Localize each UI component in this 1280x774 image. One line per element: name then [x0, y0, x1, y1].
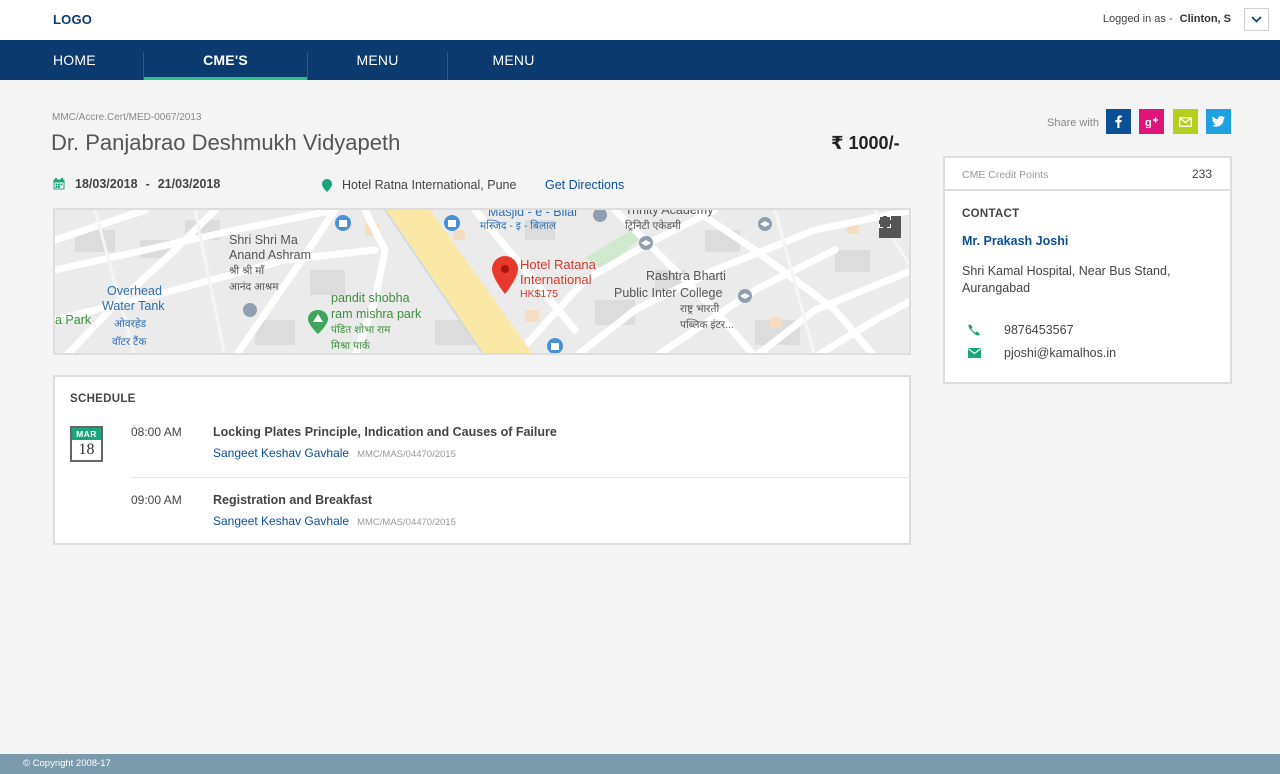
credit-points-label: CME Credit Points: [962, 169, 1049, 181]
map-label-ashram-hi: श्री श्री माँ: [229, 265, 265, 277]
share-label: Share with: [1047, 117, 1099, 129]
map-label-college: Rashtra Bharti: [646, 269, 726, 283]
logo[interactable]: LOGO: [53, 12, 92, 27]
venue-name: Hotel Ratna International, Pune: [342, 178, 517, 192]
map-label-ashram-2: Anand Ashram: [229, 248, 311, 262]
nav-item-menu-2[interactable]: MENU: [448, 40, 579, 80]
map-school-marker-icon: [758, 217, 772, 231]
map-label-tank-hi-2: वॉटर टैंक: [112, 336, 147, 348]
envelope-icon: [1179, 116, 1192, 127]
speaker-name[interactable]: Sangeet Keshav Gavhale: [213, 514, 349, 528]
map-label-ashram-hi-2: आनंद आश्रम: [229, 281, 279, 293]
event-dates: 18/03/2018 - 21/03/2018: [53, 177, 220, 191]
map-label-trinity-hi: ट्रिनिटी एकेडमी: [625, 220, 681, 232]
schedule-time: 08:00 AM: [131, 425, 182, 439]
map-label-hotel: Hotel Ratana: [520, 257, 596, 272]
map-label-park: pandit shobha: [331, 291, 410, 305]
map-label-trinity: Trinity Academy: [625, 208, 714, 217]
main-nav: HOME CME'S MENU MENU: [0, 40, 1280, 80]
contact-address: Shri Kamal Hospital, Near Bus Stand, Aur…: [962, 264, 1171, 295]
contact-person[interactable]: Mr. Prakash Joshi: [962, 234, 1068, 248]
fullscreen-icon: [879, 216, 891, 228]
speaker-name[interactable]: Sangeet Keshav Gavhale: [213, 446, 349, 460]
accreditation-reference: MMC/Accre.Cert/MED-0067/2013: [52, 112, 202, 123]
start-date: 18/03/2018: [75, 177, 138, 191]
contact-header: CONTACT: [962, 208, 1020, 220]
email-icon: [964, 348, 984, 358]
contact-email: pjoshi@kamalhos.in: [964, 346, 1116, 360]
twitter-icon: [1212, 116, 1225, 127]
contact-phone: 9876453567: [964, 323, 1074, 337]
event-price: ₹ 1000/-: [831, 133, 900, 153]
twitter-share-button[interactable]: [1206, 109, 1231, 134]
date-separator: -: [145, 177, 150, 191]
map-label-park-hi-2: मिश्रा पार्क: [331, 340, 370, 352]
speaker-registration: MMC/MAS/04470/2015: [357, 449, 456, 460]
user-menu-button[interactable]: [1244, 8, 1269, 31]
map-label-college-2: Public Inter College: [614, 286, 723, 300]
schedule-title: SCHEDULE: [70, 393, 136, 405]
calendar-date-badge: MAR 18: [70, 426, 103, 462]
google-plus-icon: g: [1145, 117, 1158, 128]
map-temple-marker-icon: [243, 303, 257, 317]
schedule-time: 09:00 AM: [131, 493, 182, 507]
footer: © Copyright 2008-17: [0, 754, 1280, 774]
map-fullscreen-button[interactable]: [879, 216, 901, 238]
speaker-info: Sangeet Keshav Gavhale MMC/MAS/04470/2015: [213, 446, 456, 460]
map-shop-marker-icon: [335, 215, 351, 231]
end-date: 21/03/2018: [157, 177, 221, 191]
email-address[interactable]: pjoshi@kamalhos.in: [1004, 346, 1116, 360]
credit-points-card: CME Credit Points 233: [943, 156, 1232, 191]
schedule-panel: SCHEDULE MAR 18 08:00 AM Locking Plates …: [53, 375, 911, 545]
calendar-month: MAR: [72, 428, 101, 440]
location-pin-icon: [322, 178, 332, 192]
map-shop-marker-icon: [547, 338, 563, 353]
event-venue: Hotel Ratna International, Pune: [322, 178, 516, 192]
map-label-tank-2: Water Tank: [102, 299, 165, 313]
map-label-a-park: a Park: [55, 313, 92, 327]
nav-item-cmes[interactable]: CME'S: [144, 40, 307, 80]
calendar-icon: [53, 178, 65, 190]
top-header: LOGO Logged in as - Clinton, S: [0, 0, 1280, 40]
map-label-park-2: ram mishra park: [331, 307, 422, 321]
map-label-hotel-price: HK$175: [520, 288, 558, 300]
map-shop-marker-icon: [444, 215, 460, 231]
map-label-ashram: Shri Shri Ma: [229, 233, 298, 247]
user-name: Clinton, S: [1179, 13, 1231, 25]
contact-card: CONTACT Mr. Prakash Joshi Shri Kamal Hos…: [943, 189, 1232, 384]
map-label-park-hi: पंडित शोभा राम: [331, 324, 391, 336]
chevron-down-icon: [1251, 16, 1262, 23]
facebook-icon: [1115, 115, 1122, 128]
calendar-day: 18: [78, 441, 95, 458]
phone-icon: [964, 324, 984, 336]
logged-in-label: Logged in as -: [1102, 13, 1173, 25]
schedule-divider: [131, 477, 911, 478]
credit-points-value: 233: [1191, 167, 1212, 181]
login-info: Logged in as - Clinton, S: [1103, 13, 1231, 25]
map-label-tank: Overhead: [107, 284, 162, 298]
map-label-masjid-hi: मस्जिद - इ - बिलाल: [480, 220, 556, 232]
map-label-tank-hi: ओवरहेड: [114, 318, 147, 330]
location-map[interactable]: Masjid - e - Bilal मस्जिद - इ - बिलाल Tr…: [53, 208, 911, 355]
email-share-button[interactable]: [1173, 109, 1198, 134]
page-title: Dr. Panjabrao Deshmukh Vidyapeth: [51, 130, 401, 155]
phone-number[interactable]: 9876453567: [1004, 323, 1074, 337]
speaker-info: Sangeet Keshav Gavhale MMC/MAS/04470/2015: [213, 514, 456, 528]
map-label-college-hi: राष्ट्र भारती: [680, 303, 720, 315]
map-label-hotel-2: International: [520, 272, 592, 287]
map-school-marker-icon: [738, 289, 752, 303]
session-title[interactable]: Registration and Breakfast: [213, 493, 372, 507]
map-school-marker-icon: [639, 236, 653, 250]
map-label-college-hi-2: पब्लिक इंटर...: [680, 319, 734, 331]
get-directions-link[interactable]: Get Directions: [545, 178, 624, 192]
google-plus-share-button[interactable]: g: [1139, 109, 1164, 134]
copyright-text: © Copyright 2008-17: [23, 758, 111, 769]
session-title[interactable]: Locking Plates Principle, Indication and…: [213, 425, 557, 439]
nav-item-home[interactable]: HOME: [53, 40, 97, 80]
facebook-share-button[interactable]: [1106, 109, 1131, 134]
nav-item-menu-1[interactable]: MENU: [308, 40, 447, 80]
speaker-registration: MMC/MAS/04470/2015: [357, 517, 456, 528]
svg-text:g: g: [1145, 117, 1152, 128]
